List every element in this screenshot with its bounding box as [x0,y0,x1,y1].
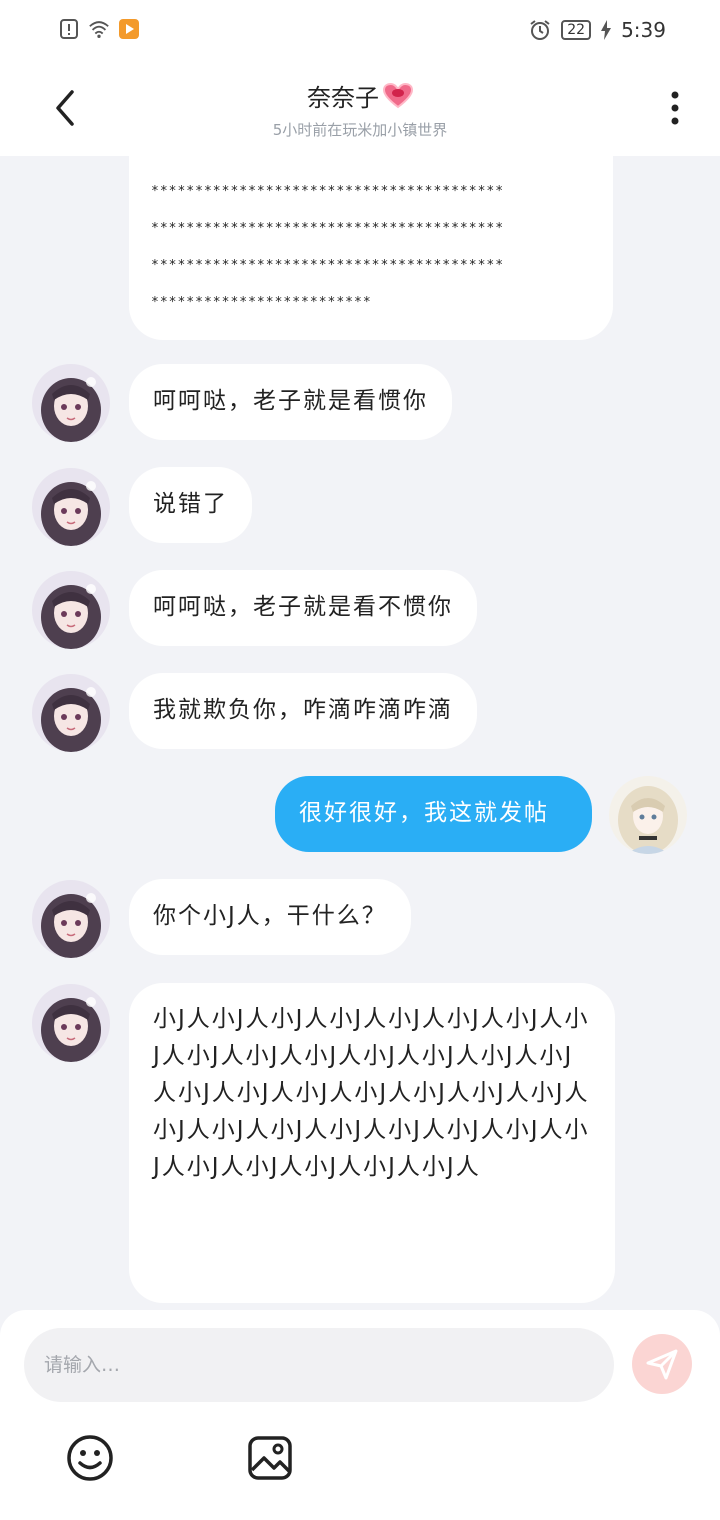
avatar[interactable] [32,468,110,546]
alarm-icon [530,20,550,40]
avatar-image [32,880,110,958]
wifi-icon [89,21,109,38]
my-avatar-image [609,776,687,854]
avatar[interactable] [32,984,110,1062]
app-notification-icon [119,19,139,39]
image-icon[interactable] [246,1434,294,1482]
compose-bar [0,1310,720,1520]
message-bubble[interactable]: 呵呵哒，老子就是看不惯你 [129,570,477,646]
status-bar-left [58,18,140,40]
avatar-image [32,468,110,546]
my-message-bubble[interactable]: 很好很好，我这就发帖 [275,776,592,852]
avatar[interactable] [32,674,110,752]
message-bubble[interactable]: 呵呵哒，老子就是看惯你 [129,364,452,440]
avatar[interactable] [32,880,110,958]
chevron-left-icon[interactable] [48,88,84,128]
charging-icon [601,20,612,40]
message-bubble[interactable]: 小J人小J人小J人小J人小J人小J人小J人小J人小J人小J人小J人小J人小J人小… [129,983,615,1303]
message-bubble[interactable]: 说错了 [129,467,252,543]
contact-name-row: 奈奈子 [307,78,413,113]
avatar[interactable] [32,364,110,442]
status-time: 5:39 [621,18,666,42]
battery-icon: 22 [561,20,592,40]
avatar-image [32,364,110,442]
message-bubble[interactable]: 你个小J人，干什么？ [129,879,411,955]
message-input[interactable] [24,1328,614,1402]
avatar-image [32,984,110,1062]
my-avatar[interactable] [609,776,687,854]
contact-name: 奈奈子 [307,84,379,112]
message-bubble[interactable]: 我就欺负你，咋滴咋滴咋滴 [129,673,477,749]
heart-icon [383,82,413,108]
avatar[interactable] [32,571,110,649]
avatar-image [32,674,110,752]
chat-header: 奈奈子 5小时前在玩米加小镇世界 [0,60,720,156]
emoji-icon[interactable] [66,1434,114,1482]
avatar-image [32,571,110,649]
message-bubble[interactable]: ****************************************… [129,156,613,340]
contact-info: 奈奈子 5小时前在玩米加小镇世界 [160,78,560,140]
send-button[interactable] [632,1334,692,1394]
alert-icon [60,19,78,39]
contact-status: 5小时前在玩米加小镇世界 [272,121,448,139]
status-bar: 22 5:39 [0,0,720,60]
send-icon [646,1349,678,1380]
status-bar-right: 22 5:39 [529,18,666,42]
more-vertical-icon[interactable] [668,90,682,126]
message-list[interactable]: ****************************************… [0,156,720,1310]
